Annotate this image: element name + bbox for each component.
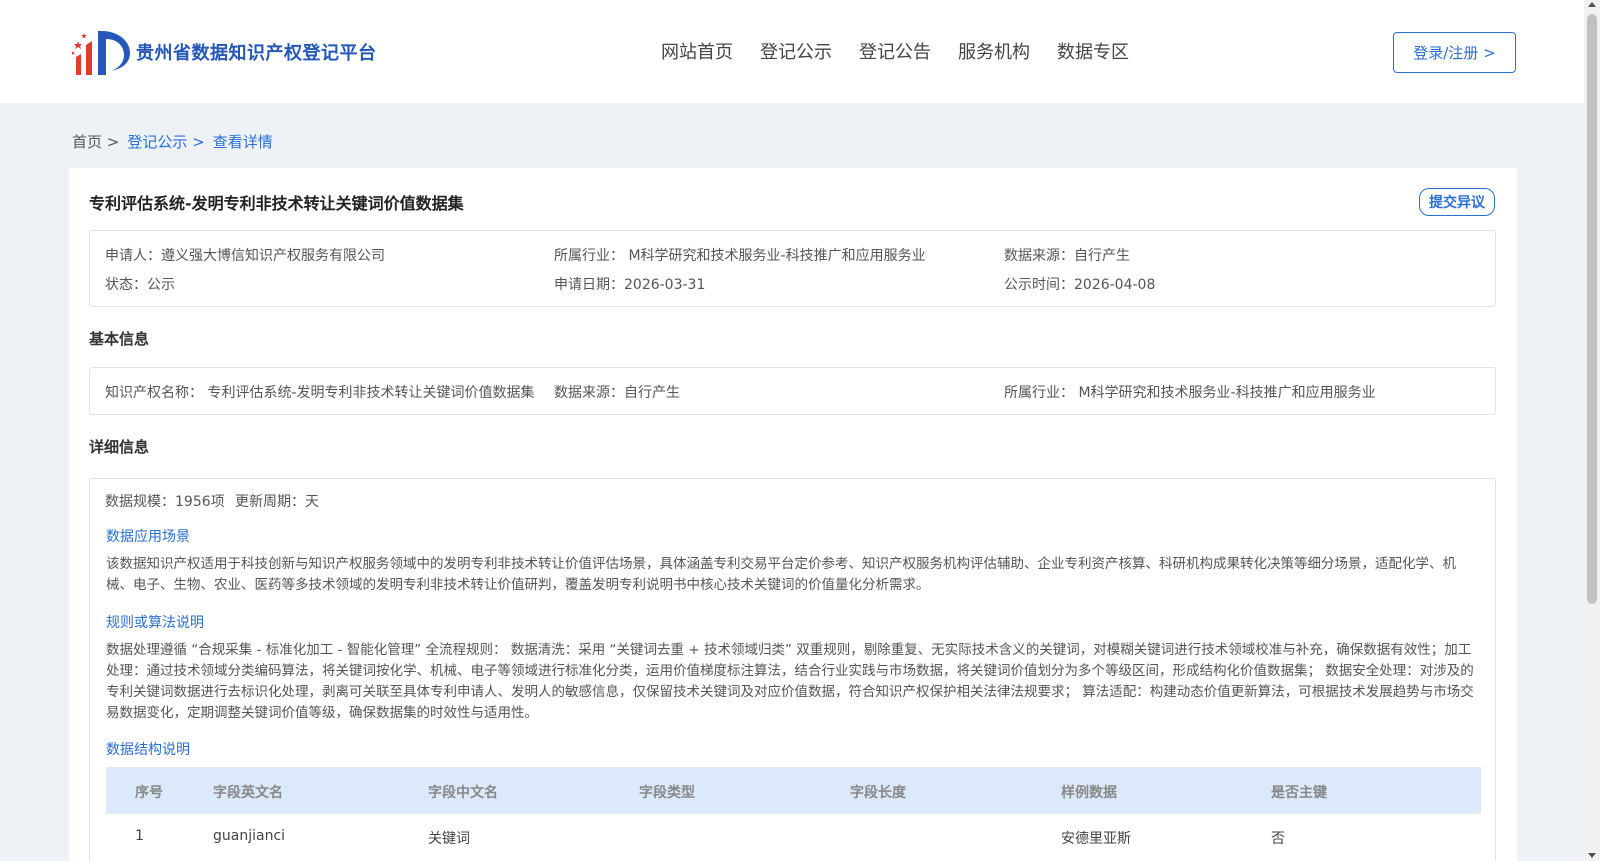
th-primary-key: 是否主键 xyxy=(1271,785,1327,801)
table-row: 1 guanjianci 关键词 安德里亚斯 否 xyxy=(106,814,1481,859)
nav-registration-publicity[interactable]: 登记公示 xyxy=(760,38,832,64)
summary-box: 申请人：遵义强大博信知识产权服务有限公司 所属行业： M科学研究和技术服务业-科… xyxy=(89,230,1496,307)
scroll-thumb[interactable] xyxy=(1587,14,1597,604)
update-cycle: 更新周期：天 xyxy=(235,494,319,510)
detail-info-title: 详细信息 xyxy=(89,438,150,456)
breadcrumb: 首页 > 登记公示 > 查看详情 xyxy=(72,131,281,152)
scroll-down-arrow-icon[interactable] xyxy=(1588,853,1596,858)
th-field-length: 字段长度 xyxy=(850,785,906,801)
breadcrumb-current[interactable]: 查看详情 xyxy=(213,131,273,152)
ip-name: 知识产权名称： 专利评估系统-发明专利非技术转让关键词价值数据集 xyxy=(105,385,535,401)
logo-emblem-icon xyxy=(72,31,130,75)
th-field-en: 字段英文名 xyxy=(213,785,283,801)
applicant: 申请人：遵义强大博信知识产权服务有限公司 xyxy=(105,248,385,264)
data-source: 数据来源：自行产生 xyxy=(1004,248,1130,264)
status: 状态：公示 xyxy=(105,277,175,293)
page-scrollbar[interactable] xyxy=(1584,0,1600,861)
data-scale: 数据规模：1956项 xyxy=(105,494,225,510)
td-field-cn: 关键词 xyxy=(428,831,470,847)
structure-title: 数据结构说明 xyxy=(106,742,190,758)
basic-data-source: 数据来源：自行产生 xyxy=(554,385,680,401)
rules-title: 规则或算法说明 xyxy=(106,615,204,631)
publish-time: 公示时间：2026-04-08 xyxy=(1004,277,1156,293)
record-title: 专利评估系统-发明专利非技术转让关键词价值数据集 xyxy=(89,194,464,213)
site-logo[interactable]: 贵州省数据知识产权登记平台 xyxy=(72,27,377,77)
basic-info-box: 知识产权名称： 专利评估系统-发明专利非技术转让关键词价值数据集 数据来源：自行… xyxy=(89,367,1496,415)
nav-data-zone[interactable]: 数据专区 xyxy=(1057,38,1129,64)
th-field-cn: 字段中文名 xyxy=(428,785,498,801)
td-primary-key: 否 xyxy=(1271,831,1285,847)
nav-registration-announcement[interactable]: 登记公告 xyxy=(859,38,931,64)
th-field-type: 字段类型 xyxy=(639,785,695,801)
scenario-title: 数据应用场景 xyxy=(106,529,190,545)
scroll-up-arrow-icon[interactable] xyxy=(1588,2,1596,7)
td-field-en: guanjianci xyxy=(213,828,286,844)
site-name: 贵州省数据知识产权登记平台 xyxy=(136,43,377,64)
nav-service-agencies[interactable]: 服务机构 xyxy=(958,38,1030,64)
main-nav: 网站首页 登记公示 登记公告 服务机构 数据专区 xyxy=(661,38,1156,64)
td-sample: 安德里亚斯 xyxy=(1061,831,1131,847)
scenario-text: 该数据知识产权适用于科技创新与知识产权服务领域中的发明专利非技术转让价值评估场景… xyxy=(106,556,1456,593)
td-index: 1 xyxy=(135,828,144,844)
detail-card: 专利评估系统-发明专利非技术转让关键词价值数据集 提交异议 申请人：遵义强大博信… xyxy=(69,168,1517,861)
industry: 所属行业： M科学研究和技术服务业-科技推广和应用服务业 xyxy=(554,248,926,264)
login-register-button[interactable]: 登录/注册 > xyxy=(1393,32,1516,73)
table-header: 序号 字段英文名 字段中文名 字段类型 字段长度 样例数据 是否主键 xyxy=(106,767,1481,814)
nav-home[interactable]: 网站首页 xyxy=(661,38,733,64)
apply-date: 申请日期：2026-03-31 xyxy=(554,277,706,293)
basic-industry: 所属行业： M科学研究和技术服务业-科技推广和应用服务业 xyxy=(1004,385,1376,401)
breadcrumb-home[interactable]: 首页 > xyxy=(72,131,119,152)
top-header: 贵州省数据知识产权登记平台 网站首页 登记公示 登记公告 服务机构 数据专区 登… xyxy=(0,0,1584,103)
submit-objection-button[interactable]: 提交异议 xyxy=(1419,188,1495,216)
basic-info-title: 基本信息 xyxy=(89,330,150,348)
th-index: 序号 xyxy=(135,785,163,801)
rules-text: 数据处理遵循 “合规采集 - 标准化加工 - 智能化管理” 全流程规则： 数据清… xyxy=(106,642,1474,721)
breadcrumb-publicity[interactable]: 登记公示 > xyxy=(127,131,204,152)
th-sample: 样例数据 xyxy=(1061,785,1117,801)
detail-info-box: 数据规模：1956项 更新周期：天 数据应用场景 该数据知识产权适用于科技创新与… xyxy=(89,478,1496,861)
